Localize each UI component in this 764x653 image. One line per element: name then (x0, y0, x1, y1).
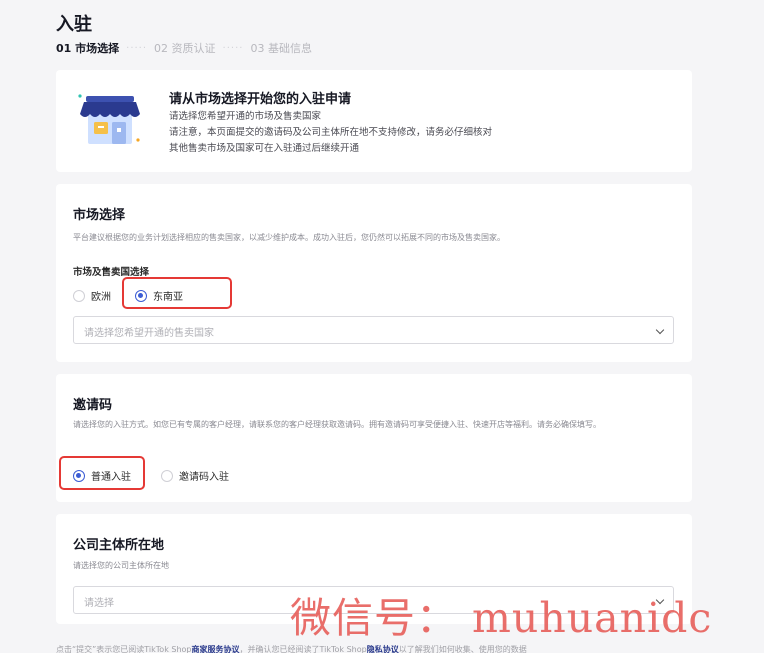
radio-europe-label: 欧洲 (91, 292, 111, 303)
radio-invite-code-onboarding[interactable]: 邀请码入驻 (161, 468, 229, 483)
intro-line: 其他售卖市场及国家可在入驻通过后继续开通 (169, 143, 360, 154)
market-section-title: 市场选择 (73, 208, 126, 223)
invite-section-title: 邀请码 (73, 398, 113, 413)
highlight-box (59, 456, 145, 490)
invite-section-description: 请选择您的入驻方式。如您已有专属的客户经理，请联系您的客户经理获取邀请码。拥有邀… (73, 420, 601, 429)
page-title: 入驻 (56, 14, 92, 35)
step-market-selection: 01 市场选择 (56, 42, 120, 55)
terms-footer: 点击“提交”表示您已阅读TikTok Shop商家服务协议，并确认您已经阅读了T… (56, 644, 527, 653)
market-selection-card: 市场选择 平台建议根据您的业务计划选择相应的售卖国家，以减少维护成本。成功入驻后… (56, 184, 692, 362)
step-indicator: 01 市场选择 ····· 02 资质认证 ····· 03 基础信息 (56, 40, 312, 56)
footer-text: 点击“提交”表示您已阅读TikTok Shop (56, 645, 192, 653)
radio-circle[interactable] (161, 469, 173, 482)
footer-text: 以了解我们如何收集、使用您的数据 (398, 645, 527, 653)
privacy-policy-link[interactable]: 隐私协议 (367, 645, 399, 653)
storefront-icon (78, 94, 140, 144)
country-select-placeholder: 请选择您希望开通的售卖国家 (84, 328, 214, 339)
step-basic-info: 03 基础信息 (250, 42, 312, 55)
merchant-agreement-link[interactable]: 商家服务协议 (192, 645, 240, 653)
company-select-placeholder: 请选择 (84, 598, 114, 609)
step-qualification: 02 资质认证 (154, 42, 216, 55)
company-section-title: 公司主体所在地 (73, 538, 165, 553)
radio-invite-code-label: 邀请码入驻 (179, 472, 229, 483)
footer-text: ，并确认您已经阅读了TikTok Shop (239, 645, 367, 653)
invite-code-card: 邀请码 请选择您的入驻方式。如您已有专属的客户经理，请联系您的客户经理获取邀请码… (56, 374, 692, 502)
market-section-description: 平台建议根据您的业务计划选择相应的售卖国家，以减少维护成本。成功入驻后，您仍然可… (73, 233, 505, 242)
chevron-down-icon (655, 325, 665, 335)
country-select[interactable]: 请选择您希望开通的售卖国家 (73, 316, 674, 344)
intro-line: 请选择您希望开通的市场及售卖国家 (169, 111, 322, 122)
highlight-box (122, 277, 232, 309)
watermark-text: 微信号： muhuanidc (290, 594, 713, 642)
step-separator: ····· (222, 42, 244, 54)
intro-card: 请从市场选择开始您的入驻申请 请选择您希望开通的市场及售卖国家 请注意，本页面提… (56, 70, 692, 172)
radio-europe[interactable]: 欧洲 (73, 288, 111, 303)
step-separator: ····· (126, 42, 148, 54)
company-section-description: 请选择您的公司主体所在地 (73, 561, 169, 570)
intro-title: 请从市场选择开始您的入驻申请 (169, 92, 352, 107)
market-country-label: 市场及售卖国选择 (73, 267, 150, 278)
intro-line: 请注意，本页面提交的邀请码及公司主体所在地不支持修改，请务必仔细核对 (169, 127, 493, 138)
radio-circle[interactable] (73, 289, 85, 302)
